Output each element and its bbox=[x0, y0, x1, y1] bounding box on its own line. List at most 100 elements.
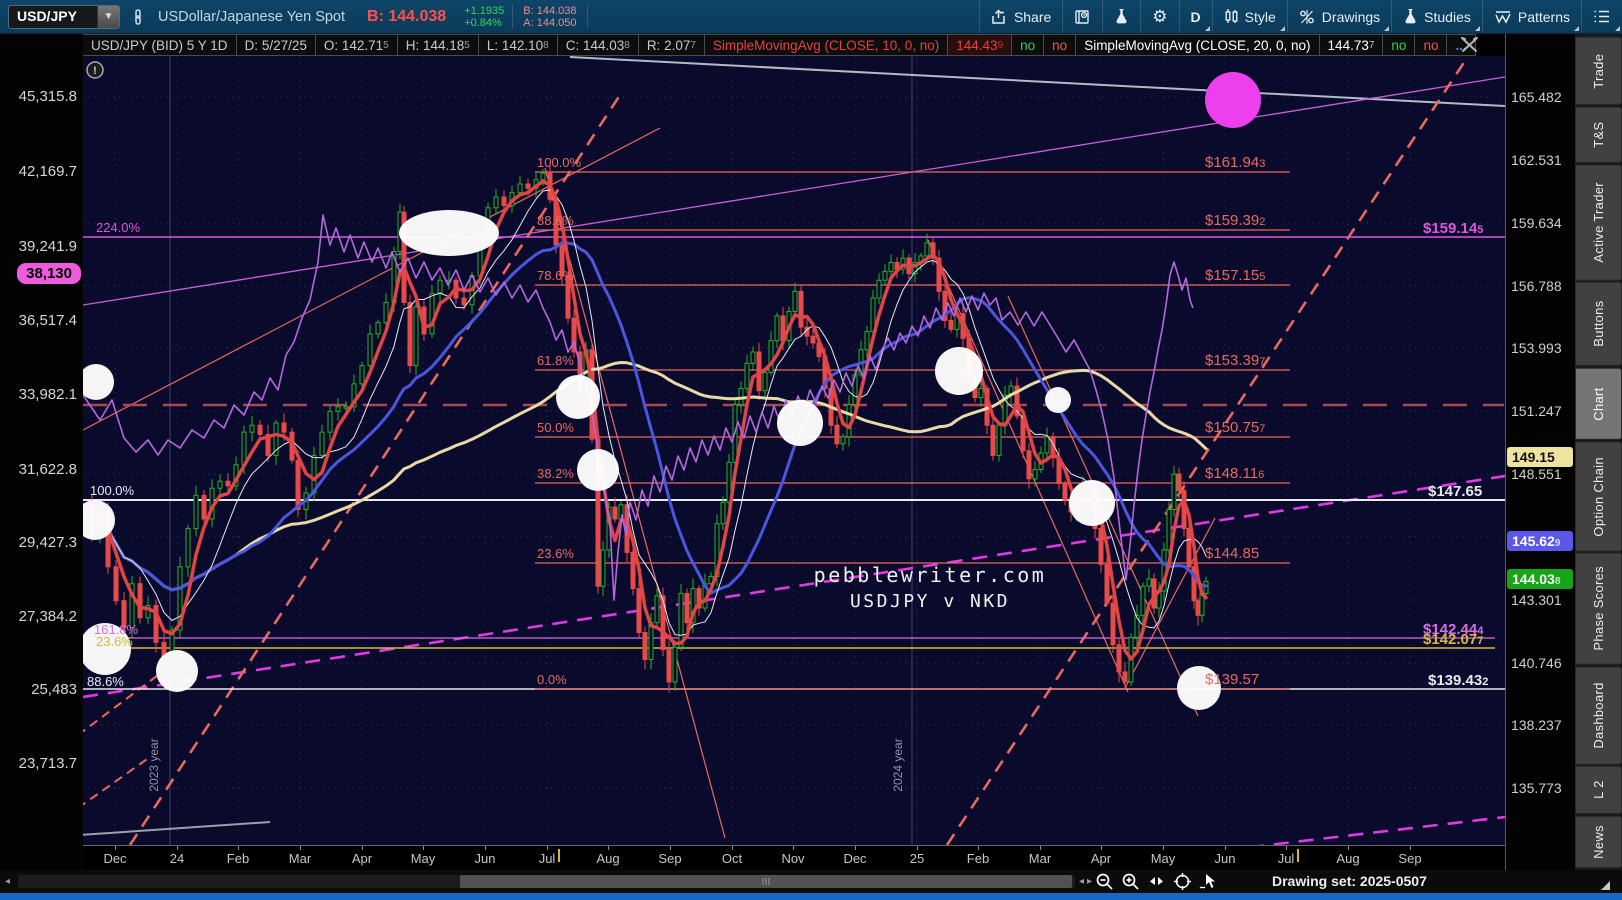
settings-button[interactable]: ⚙ bbox=[1140, 0, 1178, 33]
sidebar-tab-dashboard[interactable]: Dashboard bbox=[1575, 666, 1622, 765]
sidebar-tab-trade[interactable]: Trade bbox=[1575, 37, 1622, 105]
bottom-accent-strip bbox=[0, 893, 1622, 900]
bid-price: B: 144.038 bbox=[367, 7, 447, 25]
svg-text:100.0%: 100.0% bbox=[537, 155, 582, 170]
price-change: +1.1935 +0.84% bbox=[456, 5, 512, 29]
time-axis-month: Nov bbox=[781, 851, 805, 866]
left-price-axis[interactable]: 45,315.8 42,169.7 39,241.9 36,517.4 33,982.1… bbox=[0, 34, 83, 870]
style-button[interactable]: Style bbox=[1211, 0, 1287, 33]
time-axis-month: Sep bbox=[1398, 851, 1422, 866]
time-axis-month: Jul bbox=[538, 851, 556, 866]
sma10-flag2: no bbox=[1044, 34, 1077, 56]
header-ohlc-O: O: 142.71 5 bbox=[315, 34, 398, 56]
interval-button[interactable]: D bbox=[1178, 0, 1212, 33]
zoom-in-icon[interactable] bbox=[1120, 871, 1141, 892]
right-axis-label: 159.634 bbox=[1511, 215, 1562, 231]
pan-right-icon[interactable]: ▸ bbox=[1087, 876, 1092, 887]
time-axis-month: Sep bbox=[658, 851, 682, 866]
share-label: Share bbox=[1013, 8, 1052, 25]
time-axis-month: Apr bbox=[1090, 851, 1112, 866]
sma10-label: SimpleMovingAvg (CLOSE, 10, 0, no) bbox=[704, 34, 949, 56]
chart-canvas[interactable]: 2023 year 2024 year 100.0% $161.943 88.6% $15… bbox=[83, 56, 1505, 845]
chart-title: USD/JPY (BID) 5 Y 1D bbox=[83, 34, 237, 56]
sidebar-tab-active-trader[interactable]: Active Trader bbox=[1575, 164, 1622, 281]
sidebar-tab-option-chain[interactable]: Option Chain bbox=[1575, 441, 1622, 552]
gadget-sidebar: Trade T&S Active Trader Buttons Chart Option … bbox=[1575, 34, 1622, 870]
pattern-icon bbox=[1494, 9, 1512, 25]
svg-text:224.0%: 224.0% bbox=[96, 220, 141, 235]
svg-text:$142.077: $142.077 bbox=[1423, 631, 1483, 648]
patterns-button[interactable]: Patterns bbox=[1481, 0, 1581, 33]
right-axis-label: 151.247 bbox=[1511, 403, 1562, 419]
time-axis[interactable]: Dec 24 Feb Mar Apr May Jun Jul Aug Sep Oct Nov Dec 25… bbox=[83, 845, 1505, 870]
time-axis-month: Dec bbox=[843, 851, 867, 866]
header-ohlc-R: R: 2.07 7 bbox=[638, 34, 705, 56]
sidebar-tab-chart[interactable]: Chart bbox=[1575, 367, 1622, 440]
drawing-set-button[interactable]: Drawing set: 2025-0507 bbox=[1272, 873, 1427, 889]
header-ohlc-L: L: 142.10 8 bbox=[478, 34, 558, 56]
svg-text:$159.392: $159.392 bbox=[1205, 212, 1265, 229]
menu-button[interactable] bbox=[1581, 0, 1622, 33]
right-axis-label: 153.993 bbox=[1511, 340, 1562, 356]
left-axis-label: 29,427.3 bbox=[18, 534, 77, 551]
left-axis-label: 25,483 bbox=[31, 681, 77, 698]
svg-text:$159.145: $159.145 bbox=[1423, 220, 1483, 237]
time-axis-month: Feb bbox=[966, 851, 990, 866]
axis-cursor-mark bbox=[1297, 849, 1299, 862]
flask-icon bbox=[1403, 8, 1418, 25]
left-axis-label: 23,713.7 bbox=[18, 755, 77, 772]
header-ohlc-H: H: 144.18 5 bbox=[397, 34, 479, 56]
drawings-label: Drawings bbox=[1321, 8, 1381, 25]
svg-text:50.0%: 50.0% bbox=[537, 420, 574, 435]
pan-move-icon[interactable] bbox=[1172, 871, 1193, 892]
pan-left-icon[interactable]: ◂ bbox=[1079, 876, 1084, 887]
share-button[interactable]: Share bbox=[978, 0, 1062, 33]
analyze-button[interactable] bbox=[1102, 0, 1140, 33]
symbol-input[interactable]: USD/JPY ▼ bbox=[8, 4, 120, 29]
time-axis-month: Jul bbox=[1277, 851, 1295, 866]
symbol-dropdown-button[interactable]: ▼ bbox=[97, 5, 119, 28]
svg-text:$139.432: $139.432 bbox=[1428, 672, 1488, 689]
scrollbar-thumb[interactable] bbox=[460, 875, 1072, 888]
svg-text:88.6%: 88.6% bbox=[87, 674, 124, 689]
expand-horizontal-icon[interactable] bbox=[1146, 871, 1167, 892]
sma10-value: 144.43 9 bbox=[948, 34, 1013, 56]
svg-text:$153.397: $153.397 bbox=[1205, 352, 1265, 369]
scrollbar-grip bbox=[762, 878, 770, 885]
cursor-mode-icon[interactable] bbox=[1198, 871, 1219, 892]
watermark-line2: USDJPY v NKD bbox=[850, 591, 1010, 612]
symbol-value[interactable]: USD/JPY bbox=[9, 6, 97, 28]
right-axis-label: 156.788 bbox=[1511, 278, 1562, 294]
axis-cursor-mark bbox=[558, 849, 560, 862]
resize-corner-icon[interactable] bbox=[1601, 881, 1610, 890]
zoom-out-icon[interactable] bbox=[1094, 871, 1115, 892]
left-axis-label: 42,169.7 bbox=[18, 163, 77, 180]
price-badge: 145.629 bbox=[1507, 531, 1573, 551]
studies-label: Studies bbox=[1424, 8, 1471, 25]
notes-icon bbox=[1074, 9, 1091, 25]
sma20-label: SimpleMovingAvg (CLOSE, 20, 0, no) bbox=[1076, 34, 1320, 56]
notes-button[interactable] bbox=[1062, 0, 1102, 33]
svg-text:100.0%: 100.0% bbox=[90, 483, 135, 498]
link-icon[interactable] bbox=[124, 8, 152, 26]
svg-text:88.6%: 88.6% bbox=[537, 213, 574, 228]
scroll-left-arrow-icon[interactable]: ◂ bbox=[5, 876, 10, 887]
gear-icon: ⚙ bbox=[1152, 6, 1168, 26]
sidebar-tab-t-s[interactable]: T&S bbox=[1575, 106, 1622, 163]
studies-button[interactable]: Studies bbox=[1391, 0, 1482, 33]
time-axis-month: Apr bbox=[351, 851, 373, 866]
chart-scrollbar[interactable] bbox=[18, 875, 1075, 888]
bid-small: B: 144.038 bbox=[523, 4, 577, 17]
right-price-axis[interactable]: 165.482 162.531 159.634 156.788 153.993 151.2… bbox=[1505, 34, 1575, 870]
sidebar-tab-buttons[interactable]: Buttons bbox=[1575, 282, 1622, 366]
drawings-button[interactable]: Drawings bbox=[1286, 0, 1391, 33]
right-axis-label: 165.482 bbox=[1511, 89, 1562, 105]
sidebar-tab-phase-scores[interactable]: Phase Scores bbox=[1575, 553, 1622, 665]
chart-tools-icon[interactable] bbox=[1460, 36, 1479, 57]
right-axis-label: 143.301 bbox=[1511, 592, 1562, 608]
chart-header: USD/JPY (BID) 5 Y 1D D: 5/27/25 O: 142.71 5… bbox=[83, 34, 1505, 56]
sidebar-tab-news[interactable]: News bbox=[1575, 816, 1622, 868]
sidebar-tab-l-2[interactable]: L 2 bbox=[1575, 766, 1622, 815]
svg-text:61.8%: 61.8% bbox=[537, 353, 574, 368]
price-badge: 144.038 bbox=[1507, 569, 1573, 589]
